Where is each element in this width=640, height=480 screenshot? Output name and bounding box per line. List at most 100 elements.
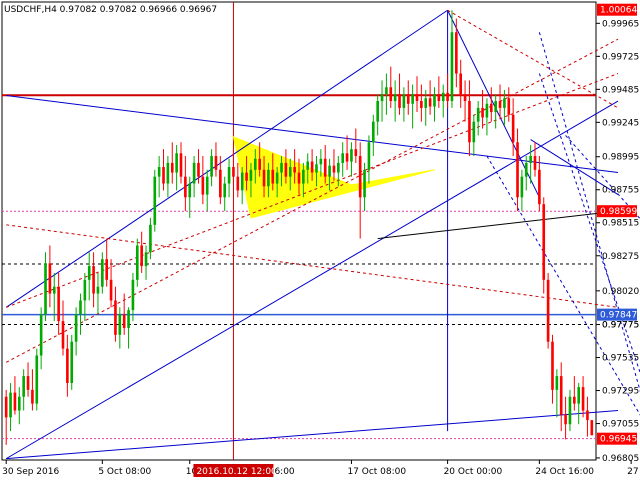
candle-body xyxy=(302,169,305,184)
candle-body xyxy=(341,153,345,163)
candle-body xyxy=(472,121,476,143)
price-tick-label: 0.98275 xyxy=(602,252,639,262)
candle-body xyxy=(201,176,205,195)
price-axis: 0.99965 0.99725 0.99485 0.99245 0.98995 0.987… xyxy=(596,3,639,464)
price-badge-label: 1.00064 xyxy=(600,6,637,16)
candle-body xyxy=(188,183,192,198)
candle-body xyxy=(297,172,301,184)
candle-body xyxy=(245,172,248,181)
price-tick-label: 0.99485 xyxy=(602,85,639,95)
candle-body xyxy=(74,314,78,342)
candle-body xyxy=(310,161,314,173)
candle-body xyxy=(411,94,414,104)
candle-body xyxy=(184,176,187,198)
candle-body xyxy=(433,94,436,107)
candle-body xyxy=(253,158,257,170)
symbol-header: USDCHF,H4 0.97082 0.97082 0.96966 0.9696… xyxy=(4,5,217,15)
candle-body xyxy=(192,162,196,184)
candle-body xyxy=(9,392,12,418)
candle-body xyxy=(66,348,69,383)
candle-body xyxy=(267,169,270,187)
candle-body xyxy=(227,167,231,184)
candle-body xyxy=(223,183,227,198)
candle-body xyxy=(481,107,484,118)
candle-body xyxy=(101,259,104,287)
candle-body xyxy=(441,92,445,102)
price-badge-label: 0.96945 xyxy=(600,435,637,445)
candle-body xyxy=(529,156,532,163)
candle-body xyxy=(118,314,122,335)
candle-body xyxy=(380,94,384,102)
candle-body xyxy=(498,101,502,108)
candle-body xyxy=(52,286,56,294)
candle-body xyxy=(363,169,366,198)
price-tick-label: 0.98755 xyxy=(602,186,639,196)
candle-body xyxy=(236,176,240,191)
candle-body xyxy=(4,396,8,418)
candle-body xyxy=(319,158,323,165)
candle-body xyxy=(420,101,423,108)
candle-body xyxy=(170,162,174,173)
price-tick-label: 0.98515 xyxy=(602,219,639,229)
candle-body xyxy=(538,169,541,205)
candle-body xyxy=(275,172,279,184)
candle-body xyxy=(114,300,117,335)
candle-body xyxy=(507,98,511,115)
candle-body xyxy=(162,167,165,184)
candle-body xyxy=(57,286,60,322)
candle-body xyxy=(450,32,454,102)
candle-body xyxy=(140,245,143,267)
candle-body xyxy=(503,98,506,108)
candle-body xyxy=(205,176,209,195)
candle-body xyxy=(568,396,572,425)
chart-header: USDCHF,H4 0.97082 0.97082 0.96966 0.9696… xyxy=(4,5,217,15)
candle-body xyxy=(520,176,524,198)
candle-body xyxy=(323,158,327,177)
candlestick-chart: 0.99965 0.99725 0.99485 0.99245 0.98995 0.987… xyxy=(1,1,640,477)
price-tick-label: 0.97295 xyxy=(602,387,639,397)
candle-body xyxy=(393,94,397,102)
candle-body xyxy=(455,32,458,74)
candle-body xyxy=(415,94,419,102)
candle-body xyxy=(131,279,135,311)
candle-body xyxy=(105,259,109,280)
candle-body xyxy=(258,158,261,170)
candle-body xyxy=(468,101,471,143)
price-tick-label: 0.98020 xyxy=(602,287,639,297)
candle-body xyxy=(17,396,21,411)
price-tick-label: 0.99245 xyxy=(602,118,639,128)
time-tick-label: 20 Oct 00:00 xyxy=(444,467,503,477)
candle-body xyxy=(542,204,546,280)
candle-body xyxy=(166,162,170,184)
candle-body xyxy=(280,162,283,173)
candle-body xyxy=(31,389,34,404)
candle-body xyxy=(406,94,410,104)
candle-body xyxy=(232,167,235,177)
candle-body xyxy=(516,142,519,198)
candle-body xyxy=(328,165,331,177)
candle-body xyxy=(175,153,178,173)
candle-body xyxy=(546,279,550,342)
crosshair-time-partial: 6:00 xyxy=(274,467,294,477)
price-tick-label: 0.97055 xyxy=(602,420,639,430)
time-tick-label: 30 Sep 2016 xyxy=(2,467,59,477)
candle-body xyxy=(153,176,157,225)
candle-body xyxy=(398,94,401,108)
time-tick-label: 27 Oct 08:00 xyxy=(627,467,640,477)
candle-body xyxy=(48,263,52,294)
candle-body xyxy=(459,73,463,95)
candle-body xyxy=(564,414,567,425)
candle-body xyxy=(214,156,218,170)
price-label: 0.97775 xyxy=(602,321,639,331)
candle-body xyxy=(83,279,87,301)
candle-body xyxy=(210,156,213,177)
candle-body xyxy=(35,355,39,404)
candle-body xyxy=(315,164,318,173)
candle-body xyxy=(590,420,594,436)
candle-body xyxy=(284,162,288,177)
candle-body xyxy=(44,263,47,315)
candle-body xyxy=(586,410,589,421)
price-tick-label: 0.97535 xyxy=(602,354,639,364)
candle-body xyxy=(559,376,563,415)
candle-body xyxy=(446,92,449,102)
